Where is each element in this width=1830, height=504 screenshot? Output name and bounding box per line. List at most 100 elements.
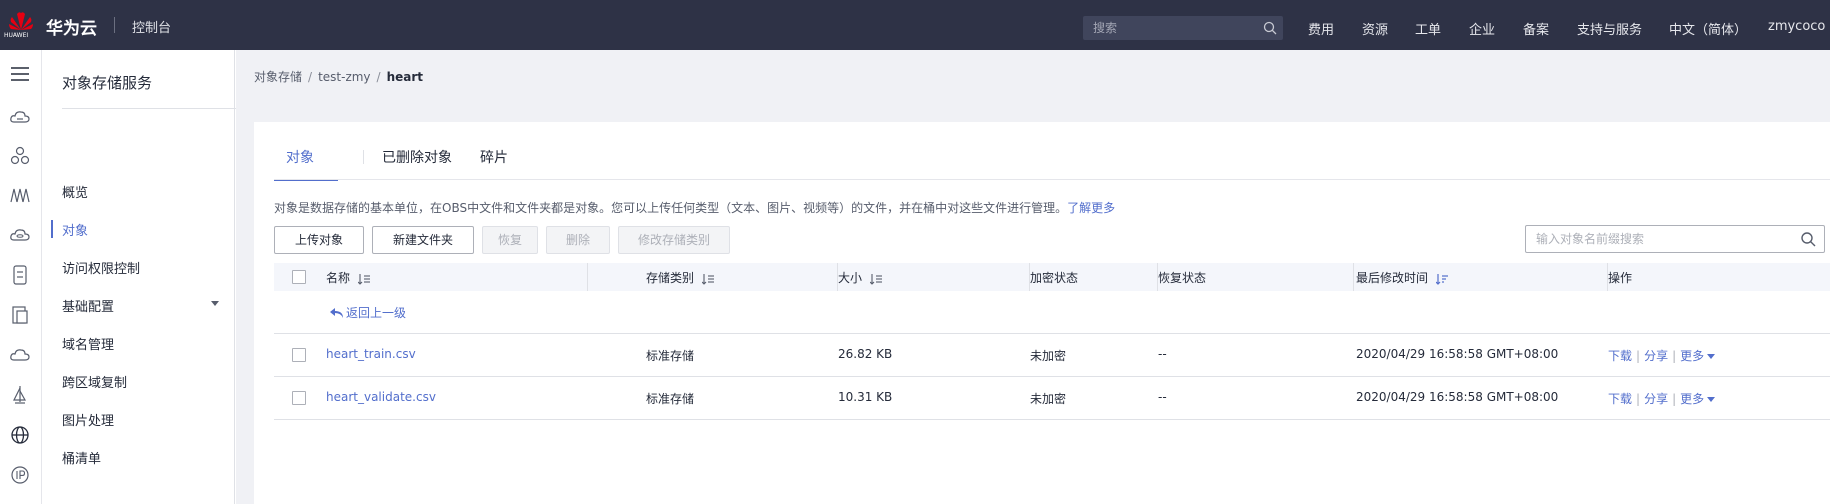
document-icon[interactable]: [9, 304, 31, 326]
row-actions: 下载 | 分享 | 更多: [1608, 390, 1716, 407]
breadcrumb-separator: /: [376, 70, 381, 84]
storage-icon[interactable]: [9, 264, 31, 286]
object-search-input[interactable]: [1526, 226, 1786, 252]
description-text: 对象是数据存储的基本单位，在OBS中文件和文件夹都是对象。您可以上传任何类型（文…: [274, 201, 1068, 215]
col-name[interactable]: 名称: [326, 269, 371, 286]
nav-language[interactable]: 中文（简体）: [1669, 19, 1747, 38]
ip-icon[interactable]: [9, 464, 31, 486]
sidebar-item-replication[interactable]: 跨区域复制: [62, 372, 127, 391]
col-encryption: 加密状态: [1030, 271, 1079, 285]
main-content: 对象存储 / test-zmy / heart 对象 已删除对象 碎片 对象是数据存储的…: [236, 50, 1830, 504]
row-checkbox[interactable]: [292, 348, 306, 362]
sidebar-item-objects[interactable]: 对象: [62, 220, 88, 239]
huawei-logo[interactable]: HUAWEI: [4, 8, 36, 42]
network-icon[interactable]: [9, 184, 31, 206]
caret-down-icon[interactable]: [211, 301, 219, 306]
size-cell: 26.82 KB: [838, 347, 893, 361]
sidebar-item-access-control[interactable]: 访问权限控制: [62, 258, 140, 277]
back-row: 返回上一级: [274, 291, 1830, 334]
tab-deleted-objects[interactable]: 已删除对象: [382, 147, 452, 167]
col-size-label: 大小: [838, 271, 863, 285]
logo-wordmark: HUAWEI: [4, 32, 29, 39]
column-divider: [587, 263, 588, 291]
restore-button[interactable]: 恢复: [482, 226, 538, 254]
top-bar: HUAWEI 华为云 控制台 费用 资源 工单 企业 备案 支持与服务 中文（简…: [0, 0, 1830, 50]
search-icon[interactable]: [1263, 21, 1277, 35]
breadcrumb-obs[interactable]: 对象存储: [254, 70, 302, 84]
global-search-input[interactable]: [1083, 16, 1258, 40]
sort-icon[interactable]: [870, 273, 883, 285]
sidebar-item-inventory[interactable]: 桶清单: [62, 448, 101, 467]
console-link[interactable]: 控制台: [132, 17, 171, 36]
deploy-icon[interactable]: [9, 384, 31, 406]
restore-status-cell: --: [1158, 390, 1167, 404]
active-indicator: [51, 220, 53, 238]
brand-name[interactable]: 华为云: [46, 14, 97, 39]
service-icon-rail: [0, 50, 42, 504]
download-link[interactable]: 下载: [1608, 392, 1632, 406]
upload-object-button[interactable]: 上传对象: [274, 226, 364, 254]
service-title: 对象存储服务: [62, 74, 153, 92]
cluster-icon[interactable]: [9, 145, 31, 167]
download-link[interactable]: 下载: [1608, 349, 1632, 363]
sidebar-item-domain[interactable]: 域名管理: [62, 334, 114, 353]
table-row: heart_validate.csv 标准存储 10.31 KB 未加密 -- …: [274, 377, 1830, 420]
action-separator: |: [1636, 349, 1641, 363]
delete-button[interactable]: 删除: [546, 226, 610, 254]
nav-username[interactable]: zmycoco: [1768, 19, 1825, 34]
nav-resources[interactable]: 资源: [1362, 19, 1388, 38]
search-icon[interactable]: [1800, 231, 1816, 247]
tab-objects[interactable]: 对象: [286, 147, 314, 167]
sort-icon[interactable]: [358, 273, 371, 285]
global-search[interactable]: [1083, 16, 1283, 40]
menu-icon[interactable]: [9, 63, 31, 85]
chevron-down-icon[interactable]: [1707, 354, 1716, 359]
nav-billing[interactable]: 费用: [1308, 19, 1334, 38]
sort-desc-icon[interactable]: [1436, 273, 1449, 285]
share-link[interactable]: 分享: [1644, 349, 1668, 363]
nav-tickets[interactable]: 工单: [1415, 19, 1441, 38]
table-row: heart_train.csv 标准存储 26.82 KB 未加密 -- 202…: [274, 334, 1830, 377]
sidebar-divider: [62, 108, 240, 109]
back-label: 返回上一级: [346, 306, 407, 320]
sidebar-item-image-processing[interactable]: 图片处理: [62, 410, 114, 429]
nav-icp[interactable]: 备案: [1523, 19, 1549, 38]
restore-status-cell: --: [1158, 347, 1167, 361]
col-last-modified[interactable]: 最后修改时间: [1356, 269, 1449, 286]
cloud-icon[interactable]: [9, 344, 31, 366]
row-checkbox[interactable]: [292, 391, 306, 405]
select-all-checkbox[interactable]: [292, 270, 306, 284]
chevron-down-icon[interactable]: [1707, 397, 1716, 402]
col-size[interactable]: 大小: [838, 269, 883, 286]
col-storage-class[interactable]: 存储类别: [646, 269, 715, 286]
cloud-db-icon[interactable]: [9, 224, 31, 246]
tab-fragments[interactable]: 碎片: [480, 147, 508, 167]
cloud-server-icon[interactable]: [9, 106, 31, 128]
back-arrow-icon: [330, 308, 343, 318]
action-separator: |: [1672, 392, 1677, 406]
tab-divider: [363, 150, 364, 164]
object-name-link[interactable]: heart_train.csv: [326, 347, 416, 361]
sidebar-item-basic-config[interactable]: 基础配置: [62, 296, 114, 315]
new-folder-button[interactable]: 新建文件夹: [372, 226, 474, 254]
topbar-divider: [114, 17, 115, 33]
object-name-link[interactable]: heart_validate.csv: [326, 390, 436, 404]
back-to-parent-link[interactable]: 返回上一级: [330, 304, 406, 321]
table-header: 名称 存储类别 大小 加密状态 恢复状态 最后修改时间 操作: [274, 263, 1830, 291]
learn-more-link[interactable]: 了解更多: [1067, 201, 1115, 215]
nav-enterprise[interactable]: 企业: [1469, 19, 1495, 38]
sidebar-item-overview[interactable]: 概览: [62, 182, 88, 201]
share-link[interactable]: 分享: [1644, 392, 1668, 406]
nav-support[interactable]: 支持与服务: [1577, 19, 1642, 38]
modified-time-cell: 2020/04/29 16:58:58 GMT+08:00: [1356, 347, 1559, 361]
more-link[interactable]: 更多: [1680, 349, 1704, 363]
object-search[interactable]: [1525, 225, 1825, 253]
change-storage-class-button[interactable]: 修改存储类别: [618, 226, 730, 254]
breadcrumb-bucket[interactable]: test-zmy: [318, 70, 370, 84]
breadcrumb-current: heart: [386, 70, 424, 84]
col-last-modified-label: 最后修改时间: [1356, 271, 1429, 285]
globe-icon[interactable]: [9, 424, 31, 446]
sort-icon[interactable]: [702, 273, 715, 285]
more-link[interactable]: 更多: [1680, 392, 1704, 406]
column-divider: [1353, 263, 1354, 291]
